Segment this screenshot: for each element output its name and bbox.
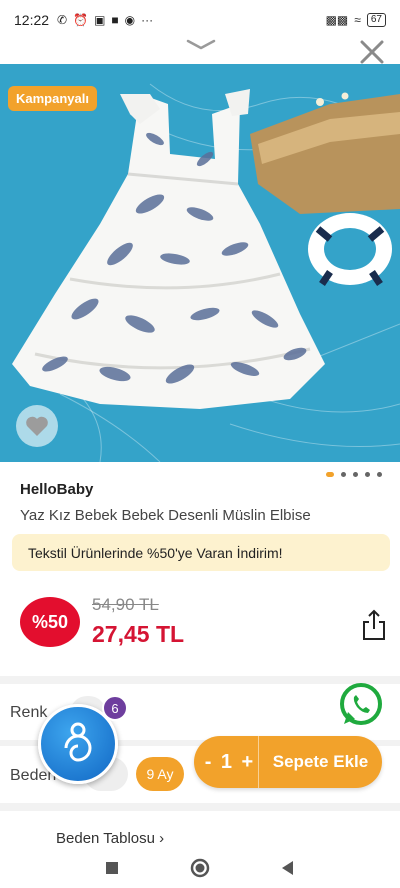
- signal-icon: ▩▩: [325, 13, 349, 27]
- more-notifications-icon: ···: [141, 13, 154, 27]
- app-notification-icon: ■: [111, 13, 119, 27]
- add-to-cart-bar: - 1 + Sepete Ekle: [194, 736, 382, 788]
- pager-dot[interactable]: [377, 472, 382, 477]
- wifi-icon: ≈: [354, 13, 361, 27]
- pager-dot[interactable]: [353, 472, 358, 477]
- current-price: 27,45 TL: [92, 621, 185, 647]
- product-photo: [12, 83, 400, 462]
- product-page: 12:22 ✆ ⏰ ▣ ■ ◉ ··· ▩▩ ≈ 67 Kampanyalı H…: [0, 0, 400, 888]
- size-table-label: Beden Tablosu: [56, 830, 155, 847]
- promo-banner[interactable]: Tekstil Ürünlerinde %50'ye Varan İndirim…: [12, 534, 390, 571]
- back-icon[interactable]: [276, 856, 300, 880]
- app-logo-icon: [64, 722, 92, 762]
- status-time: 12:22: [14, 12, 50, 28]
- size-table-link[interactable]: Beden Tablosu ›: [56, 830, 164, 847]
- heart-icon: [26, 416, 48, 436]
- battery-icon: 67: [366, 13, 386, 27]
- quantity-stepper: - 1 +: [194, 751, 258, 774]
- whatsapp-icon[interactable]: [338, 682, 384, 728]
- product-image[interactable]: [0, 64, 400, 462]
- status-right: ▩▩ ≈ 67: [326, 13, 386, 27]
- product-title: Yaz Kız Bebek Bebek Desenli Müslin Elbis…: [20, 507, 311, 524]
- add-to-cart-button[interactable]: Sepete Ekle: [259, 752, 382, 772]
- alarm-icon: ⏰: [73, 13, 89, 27]
- size-option-selected[interactable]: 9 Ay: [136, 757, 184, 791]
- share-icon[interactable]: [360, 608, 388, 642]
- pager-dot[interactable]: [326, 472, 334, 477]
- campaign-badge: Kampanyalı: [8, 86, 97, 111]
- home-icon[interactable]: [188, 856, 212, 880]
- pager-dot[interactable]: [341, 472, 346, 477]
- favorite-button[interactable]: [16, 405, 58, 447]
- increase-quantity-button[interactable]: +: [242, 751, 254, 774]
- image-pager: [326, 472, 382, 477]
- old-price: 54,90 TL: [92, 595, 159, 614]
- recent-apps-icon[interactable]: [100, 856, 124, 880]
- quantity-value: 1: [220, 750, 233, 773]
- section-divider: [0, 803, 400, 811]
- brand-name[interactable]: HelloBaby: [20, 481, 93, 498]
- collapse-chevron-icon[interactable]: [186, 38, 216, 50]
- status-icons: ✆ ⏰ ▣ ■ ◉ ···: [57, 13, 153, 27]
- promo-text: Tekstil Ürünlerinde %50'ye Varan İndirim…: [28, 544, 283, 561]
- system-nav-bar: [0, 848, 400, 888]
- color-label: Renk: [10, 704, 48, 721]
- decrease-quantity-button[interactable]: -: [205, 751, 212, 774]
- status-bar: 12:22 ✆ ⏰ ▣ ■ ◉ ··· ▩▩ ≈ 67: [0, 0, 400, 40]
- call-icon: ✆: [57, 13, 68, 27]
- app-notification-icon: ▣: [94, 13, 106, 27]
- app-notification-icon: ◉: [124, 13, 136, 27]
- chevron-right-icon: ›: [159, 830, 165, 847]
- notification-count-badge: 6: [102, 695, 128, 721]
- discount-badge: %50: [20, 597, 80, 647]
- pager-dot[interactable]: [365, 472, 370, 477]
